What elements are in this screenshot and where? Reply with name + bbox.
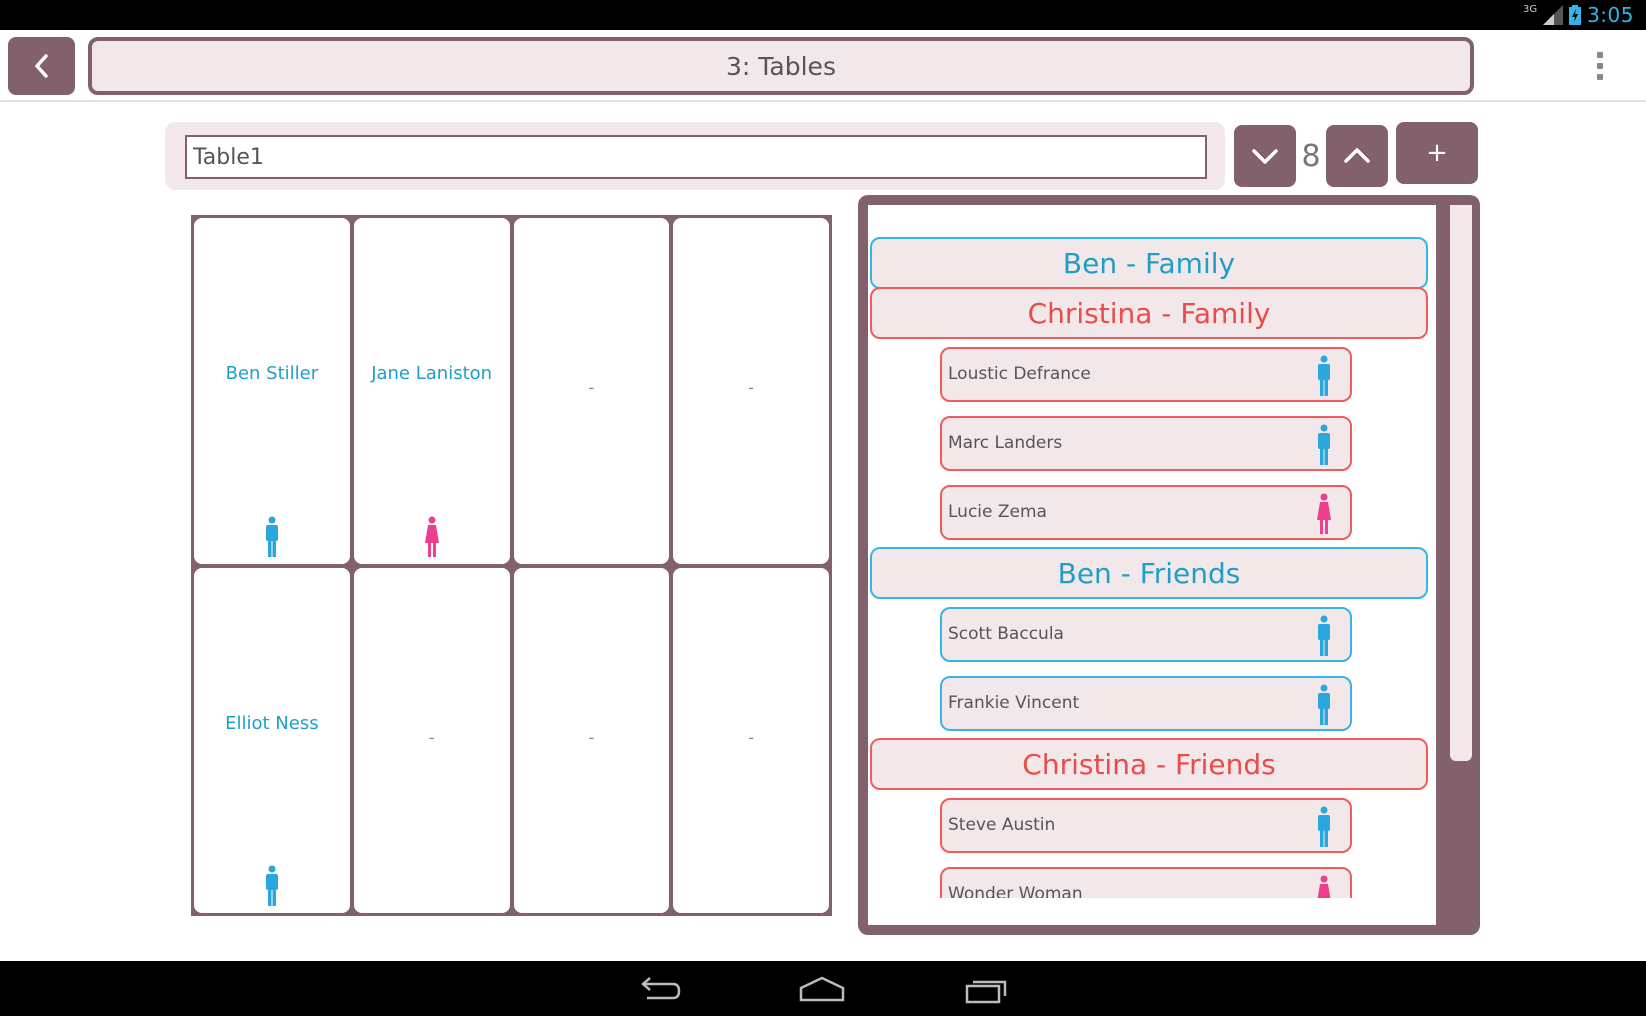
nav-recents-button[interactable] xyxy=(941,967,1031,1011)
seat-label: - xyxy=(428,727,435,747)
battery-charging-icon xyxy=(1569,5,1582,25)
overflow-dot-icon xyxy=(1597,74,1603,80)
recent-apps-icon xyxy=(965,980,1007,1004)
guest-name: Loustic Defrance xyxy=(948,364,1091,384)
guest-name: Wonder Woman xyxy=(948,884,1083,898)
seat-3[interactable]: - xyxy=(513,218,670,564)
page-title: 3: Tables xyxy=(726,51,836,81)
guest-list[interactable]: Ben - Family Christina - Family Loustic De… xyxy=(868,205,1436,925)
app-screen: 3: Tables 8 + Ben Stiller Jane Laniston - -… xyxy=(0,30,1646,961)
overflow-dot-icon xyxy=(1597,63,1603,69)
group-header[interactable]: Ben - Family xyxy=(870,237,1428,289)
table-name-panel xyxy=(165,122,1225,190)
guest-item[interactable]: Wonder Woman xyxy=(940,867,1352,898)
group-header[interactable]: Christina - Family xyxy=(870,287,1428,339)
network-type: 3G xyxy=(1522,3,1538,15)
seat-6[interactable]: - xyxy=(353,567,510,913)
title-box: 3: Tables xyxy=(88,37,1474,95)
status-bar: 3G 3:05 xyxy=(0,0,1646,30)
male-person-icon xyxy=(265,516,278,557)
scrollbar-thumb[interactable] xyxy=(1450,205,1472,761)
seat-label: Jane Laniston xyxy=(371,363,493,384)
male-person-icon xyxy=(1318,806,1330,847)
guest-name: Steve Austin xyxy=(948,815,1056,835)
seat-4[interactable]: - xyxy=(673,218,829,564)
guest-name: Scott Baccula xyxy=(948,624,1064,644)
guest-name: Marc Landers xyxy=(948,433,1063,453)
overflow-dot-icon xyxy=(1597,52,1603,58)
group-header[interactable]: Christina - Friends xyxy=(870,738,1428,790)
male-person-icon xyxy=(1318,355,1330,396)
overflow-menu-button[interactable] xyxy=(1580,48,1620,84)
male-person-icon xyxy=(1318,684,1330,725)
seat-7[interactable]: - xyxy=(513,567,670,913)
home-icon xyxy=(799,976,845,1002)
nav-back-button[interactable] xyxy=(613,967,703,1011)
guest-item[interactable]: Loustic Defrance xyxy=(940,347,1352,402)
seat-2[interactable]: Jane Laniston xyxy=(353,218,510,564)
seat-1[interactable]: Ben Stiller xyxy=(194,218,350,564)
male-person-icon xyxy=(265,865,278,906)
female-person-icon xyxy=(424,516,439,557)
back-arrow-icon xyxy=(641,977,681,1000)
signal-icon xyxy=(1543,5,1564,25)
guest-item[interactable]: Lucie Zema xyxy=(940,485,1352,540)
status-icons: 3G 3:05 xyxy=(1523,2,1634,28)
chevron-up-icon xyxy=(1344,148,1370,163)
navigation-bar xyxy=(0,961,1646,1016)
seat-label: - xyxy=(748,378,755,397)
seat-label: - xyxy=(588,727,595,747)
guest-item[interactable]: Frankie Vincent xyxy=(940,676,1352,731)
seat-label: Ben Stiller xyxy=(225,363,319,384)
back-button[interactable] xyxy=(8,37,75,95)
guest-name: Lucie Zema xyxy=(948,502,1047,522)
clock: 3:05 xyxy=(1587,3,1634,27)
increase-seats-button[interactable] xyxy=(1326,125,1388,187)
seat-label: - xyxy=(588,378,595,397)
guest-item[interactable]: Scott Baccula xyxy=(940,607,1352,662)
seat-8[interactable]: - xyxy=(673,567,829,913)
group-header[interactable]: Ben - Friends xyxy=(870,547,1428,599)
male-person-icon xyxy=(1318,615,1330,656)
seat-count: 8 xyxy=(1301,138,1321,174)
seat-label: - xyxy=(748,727,755,747)
guest-list-panel: Ben - Family Christina - Family Loustic De… xyxy=(858,195,1480,935)
chevron-down-icon xyxy=(1252,149,1278,164)
table-name-input[interactable] xyxy=(185,135,1207,179)
female-person-icon xyxy=(1317,493,1331,534)
add-table-button[interactable]: + xyxy=(1396,122,1478,184)
seat-grid: Ben Stiller Jane Laniston - - Elliot Ness - - - xyxy=(191,215,832,916)
nav-home-button[interactable] xyxy=(777,967,867,1011)
chevron-left-icon xyxy=(34,54,48,78)
guest-name: Frankie Vincent xyxy=(948,693,1080,713)
seat-5[interactable]: Elliot Ness xyxy=(194,567,350,913)
female-person-icon xyxy=(1317,875,1331,898)
guest-list-content: Ben - Family Christina - Family Loustic De… xyxy=(868,205,1436,898)
decrease-seats-button[interactable] xyxy=(1234,125,1296,187)
action-bar: 3: Tables xyxy=(0,30,1646,102)
guest-item[interactable]: Marc Landers xyxy=(940,416,1352,471)
male-person-icon xyxy=(1318,424,1330,465)
seat-label: Elliot Ness xyxy=(225,712,319,734)
guest-item[interactable]: Steve Austin xyxy=(940,798,1352,853)
